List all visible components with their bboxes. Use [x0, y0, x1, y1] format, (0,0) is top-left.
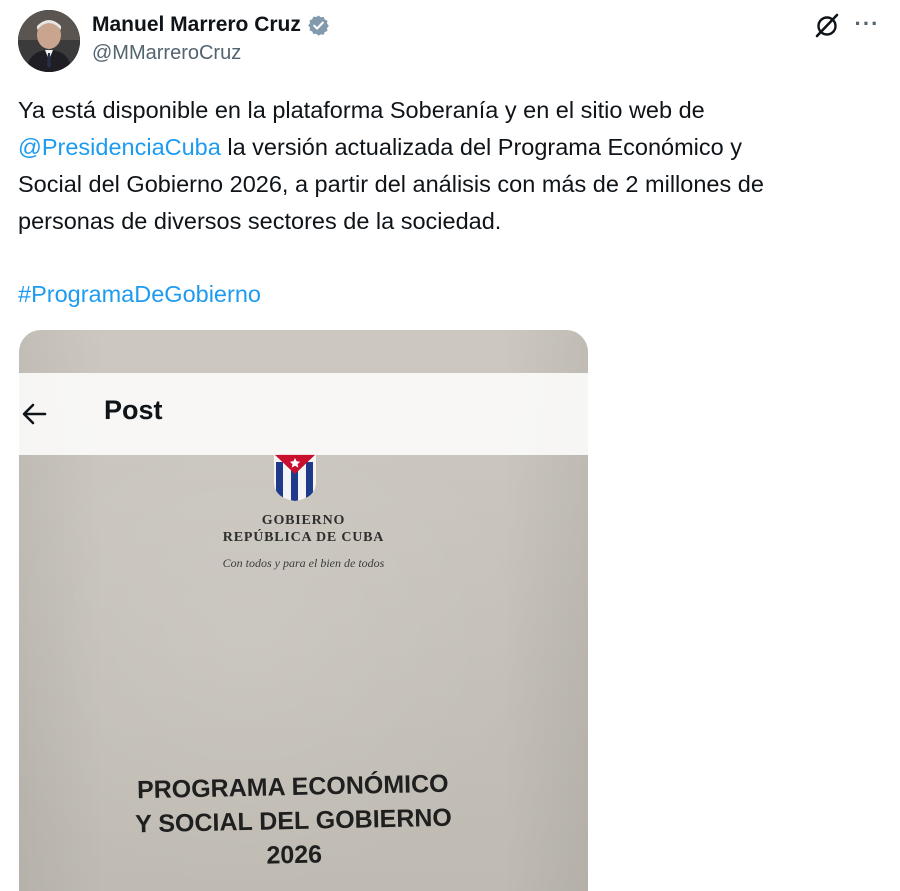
tweet-text: Ya está disponible en la plataforma Sobe…	[18, 92, 878, 240]
tweet-line: Social del Gobierno 2026, a partir del a…	[18, 166, 878, 203]
tweet-text-segment: personas de diversos sectores de la soci…	[18, 208, 502, 234]
tweet-text-segment: Social del Gobierno 2026, a partir del a…	[18, 171, 764, 197]
post-header-bar: Post	[0, 373, 606, 455]
tweet-text-segment: la versión actualizada del Programa Econ…	[220, 134, 743, 160]
post-header-title: Post	[104, 395, 163, 425]
author-handle[interactable]: @MMarreroCruz	[92, 42, 241, 65]
document-republic-line: REPÚBLICA DE CUBA	[222, 530, 385, 545]
mention-link[interactable]: @PresidenciaCuba	[18, 134, 221, 160]
arrow-left-icon[interactable]	[20, 399, 50, 429]
hashtag-line: #ProgramaDeGobierno	[18, 276, 261, 313]
cuba-flag-shield-icon	[272, 452, 318, 502]
author-name-row[interactable]: Manuel Marrero Cruz	[92, 10, 330, 40]
tweet-screenshot: Manuel Marrero Cruz @MMarreroCruz ··· Ya…	[0, 0, 900, 891]
document-government-line: GOBIERNO	[261, 513, 346, 528]
tweet-line: Ya está disponible en la plataforma Sobe…	[18, 92, 878, 129]
author-name[interactable]: Manuel Marrero Cruz	[92, 13, 301, 37]
hashtag-link[interactable]: #ProgramaDeGobierno	[18, 281, 261, 307]
tweet-text-segment: Ya está disponible en la plataforma Sobe…	[18, 97, 705, 123]
verified-badge-icon	[307, 14, 330, 37]
document-title: PROGRAMA ECONÓMICO Y SOCIAL DEL GOBIERNO…	[90, 766, 497, 876]
more-icon[interactable]: ···	[852, 12, 882, 40]
avatar-image	[18, 10, 80, 72]
grok-icon[interactable]	[813, 12, 841, 40]
tweet-line: personas de diversos sectores de la soci…	[18, 203, 878, 240]
tweet-line: @PresidenciaCuba la versión actualizada …	[18, 129, 878, 166]
document-motto: Con todos y para el bien de todos	[222, 556, 385, 570]
avatar[interactable]	[18, 10, 80, 72]
